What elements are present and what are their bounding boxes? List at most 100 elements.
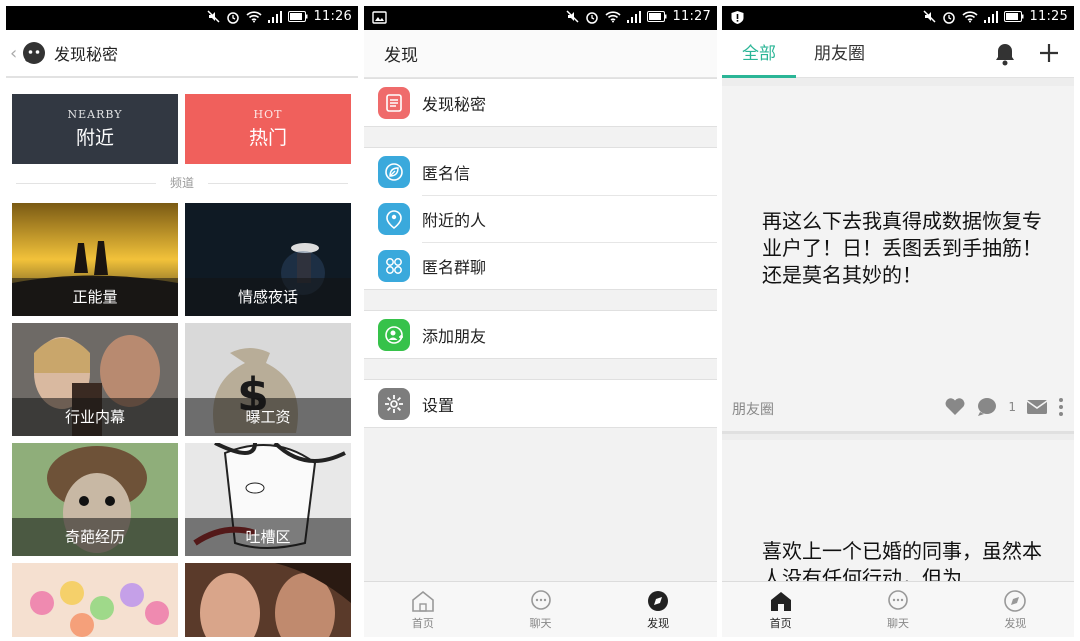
comment-count: 1 xyxy=(1008,400,1016,414)
menu-item-anonymous-letter[interactable]: 匿名信 xyxy=(364,148,717,195)
channel-tile[interactable] xyxy=(185,563,351,637)
tab-discover[interactable]: 发现 xyxy=(599,582,717,637)
menu-item-label: 匿名信 xyxy=(422,163,471,183)
mute-icon xyxy=(207,10,220,23)
signal-icon xyxy=(267,10,282,23)
status-time: 11:25 xyxy=(1029,9,1068,24)
status-bar: 11:26 xyxy=(6,6,358,30)
channel-tile[interactable]: 奇葩经历 xyxy=(12,443,178,556)
image-notification-icon xyxy=(372,11,387,24)
alarm-icon xyxy=(585,11,598,24)
heart-icon[interactable] xyxy=(944,397,966,417)
note-icon xyxy=(378,86,410,119)
page-title: 发现 xyxy=(364,30,717,78)
menu-group: 匿名信 附近的人 匿名群聊 xyxy=(364,147,717,290)
back-button[interactable]: ‹ xyxy=(10,43,20,64)
post-source: 朋友圈 xyxy=(732,402,774,418)
tab-all[interactable]: 全部 xyxy=(722,30,796,78)
battery-icon xyxy=(646,11,667,22)
grid-icon xyxy=(378,249,410,282)
featured-tiles: NEARBY 附近 HOT 热门 xyxy=(12,94,351,164)
menu-item-label: 设置 xyxy=(422,395,455,415)
menu-item-nearby-people[interactable]: 附近的人 xyxy=(364,195,717,242)
chat-icon xyxy=(888,589,908,610)
menu-group: 添加朋友 xyxy=(364,310,717,359)
menu-item-anonymous-group[interactable]: 匿名群聊 xyxy=(364,242,717,289)
tab-chat[interactable]: 聊天 xyxy=(839,582,956,637)
tab-label: 发现 xyxy=(1004,616,1027,630)
tab-home[interactable]: 首页 xyxy=(364,582,482,637)
channel-label: 行业内幕 xyxy=(12,398,178,436)
screen-discover-menu: 11:27 发现 发现秘密 匿名信 附近的人 匿名群聊 添加朋友 设置 首页 聊… xyxy=(364,6,717,637)
channel-tile[interactable]: 情感夜话 xyxy=(185,203,351,316)
battery-icon xyxy=(1003,11,1024,22)
tab-discover[interactable]: 发现 xyxy=(957,582,1074,637)
post-actions: 1 xyxy=(944,397,1064,417)
menu-item-add-friend[interactable]: 添加朋友 xyxy=(364,311,717,358)
discover-menu: 发现秘密 匿名信 附近的人 匿名群聊 添加朋友 设置 xyxy=(364,78,717,448)
menu-item-settings[interactable]: 设置 xyxy=(364,380,717,427)
screen-home-feed: 11:25 全部 朋友圈 再这么下去我真得成数据恢复专业户了！日！丢图丢到手抽筋… xyxy=(722,6,1074,637)
leaf-icon xyxy=(378,155,410,188)
post-text: 再这么下去我真得成数据恢复专业户了！日！丢图丢到手抽筋！还是莫名其妙的！ xyxy=(762,209,1042,287)
mute-icon xyxy=(923,10,936,23)
status-time: 11:26 xyxy=(313,9,352,24)
plus-icon[interactable] xyxy=(1038,42,1060,64)
post-card[interactable]: 再这么下去我真得成数据恢复专业户了！日！丢图丢到手抽筋！还是莫名其妙的！ 朋友圈… xyxy=(722,86,1074,434)
page-title: 发现秘密 xyxy=(54,45,119,64)
post-footer: 朋友圈 1 xyxy=(732,397,1064,419)
tab-label: 首页 xyxy=(411,616,434,630)
tab-label: 发现 xyxy=(647,616,670,630)
location-person-icon xyxy=(378,202,410,235)
channel-label: 情感夜话 xyxy=(185,278,351,316)
channel-label: 曝工资 xyxy=(185,398,351,436)
channel-tile[interactable]: 吐槽区 xyxy=(185,443,351,556)
mute-icon xyxy=(566,10,579,23)
menu-group: 设置 xyxy=(364,379,717,428)
nearby-tile-cn: 附近 xyxy=(75,127,114,149)
battery-icon xyxy=(287,11,308,22)
home-icon xyxy=(770,591,791,611)
app-logo-icon xyxy=(23,42,45,64)
hot-tile-cn: 热门 xyxy=(248,127,287,149)
mail-icon[interactable] xyxy=(1026,399,1048,415)
bottom-tab-bar: 首页 聊天 发现 xyxy=(364,581,717,637)
status-bar: 11:27 xyxy=(364,6,717,30)
tab-label: 首页 xyxy=(769,616,792,630)
compass-icon xyxy=(648,590,669,611)
gear-icon xyxy=(378,387,410,420)
menu-group: 发现秘密 xyxy=(364,78,717,127)
home-icon xyxy=(412,590,434,612)
signal-icon xyxy=(983,10,998,23)
channel-tile[interactable]: 正能量 xyxy=(12,203,178,316)
kiss-image xyxy=(185,563,351,637)
app-header: ‹ 发现秘密 xyxy=(6,30,358,78)
channel-tile[interactable]: $ 曝工资 xyxy=(185,323,351,436)
menu-item-label: 匿名群聊 xyxy=(422,257,487,277)
hot-tile-en: HOT xyxy=(253,108,283,121)
channel-label: 吐槽区 xyxy=(185,518,351,556)
status-time: 11:27 xyxy=(672,9,711,24)
menu-item-discover-secrets[interactable]: 发现秘密 xyxy=(364,79,717,126)
wifi-icon xyxy=(604,11,621,23)
hot-tile[interactable]: HOT 热门 xyxy=(185,94,351,164)
channel-tile[interactable] xyxy=(12,563,178,637)
menu-item-label: 附近的人 xyxy=(422,210,487,230)
add-person-icon xyxy=(378,318,410,351)
tab-home[interactable]: 首页 xyxy=(722,582,839,637)
alarm-icon xyxy=(942,11,955,24)
wifi-icon xyxy=(245,11,262,23)
more-icon[interactable] xyxy=(1058,397,1064,417)
screen-discover-secrets: 11:26 ‹ 发现秘密 NEARBY 附近 HOT 热门 频道 正能量 情感夜… xyxy=(6,6,358,637)
compass-icon xyxy=(1004,589,1027,612)
wifi-icon xyxy=(961,11,978,23)
channel-tile[interactable]: 行业内幕 xyxy=(12,323,178,436)
signal-icon xyxy=(626,10,641,23)
shield-icon xyxy=(731,11,744,24)
bell-icon[interactable] xyxy=(994,42,1016,66)
channel-label: 奇葩经历 xyxy=(12,518,178,556)
nearby-tile[interactable]: NEARBY 附近 xyxy=(12,94,178,164)
comment-icon[interactable] xyxy=(976,397,998,417)
tab-chat[interactable]: 聊天 xyxy=(482,582,600,637)
tab-friends-circle[interactable]: 朋友圈 xyxy=(814,30,865,78)
